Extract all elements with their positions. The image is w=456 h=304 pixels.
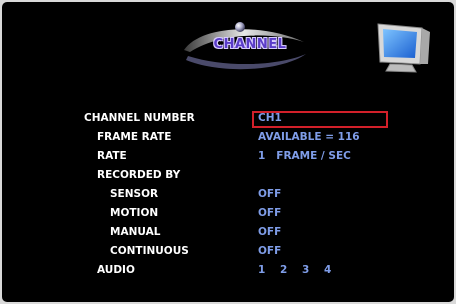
audio-channel-2[interactable]: 2	[280, 262, 302, 278]
monitor-icon	[377, 23, 430, 73]
osd-screen: CHANNEL CHANNEL NUMBER FRAME RATE RATE R…	[2, 2, 454, 302]
audio-channel-4[interactable]: 4	[324, 262, 346, 278]
audio-channel-3[interactable]: 3	[302, 262, 324, 278]
label-frame-rate: FRAME RATE	[97, 131, 172, 143]
label-channel-number: CHANNEL NUMBER	[84, 112, 195, 124]
audio-channel-1[interactable]: 1	[258, 262, 280, 278]
label-manual: MANUAL	[110, 226, 161, 238]
label-sensor: SENSOR	[110, 188, 159, 200]
value-rate[interactable]: 1 FRAME / SEC	[258, 148, 351, 164]
label-motion: MOTION	[110, 207, 159, 219]
label-continuous: CONTINUOUS	[110, 245, 189, 257]
value-frame-rate[interactable]: AVAILABLE = 116	[258, 129, 360, 145]
screen-title: CHANNEL	[213, 37, 287, 52]
value-motion[interactable]: OFF	[258, 205, 281, 221]
value-continuous[interactable]: OFF	[258, 243, 281, 259]
value-manual[interactable]: OFF	[258, 224, 281, 240]
label-audio: AUDIO	[97, 264, 135, 276]
label-recorded-by: RECORDED BY	[97, 169, 181, 181]
value-channel-number[interactable]: CH1	[258, 110, 282, 126]
audio-channels: 1234	[258, 262, 346, 278]
label-rate: RATE	[97, 150, 127, 162]
value-sensor[interactable]: OFF	[258, 186, 281, 202]
